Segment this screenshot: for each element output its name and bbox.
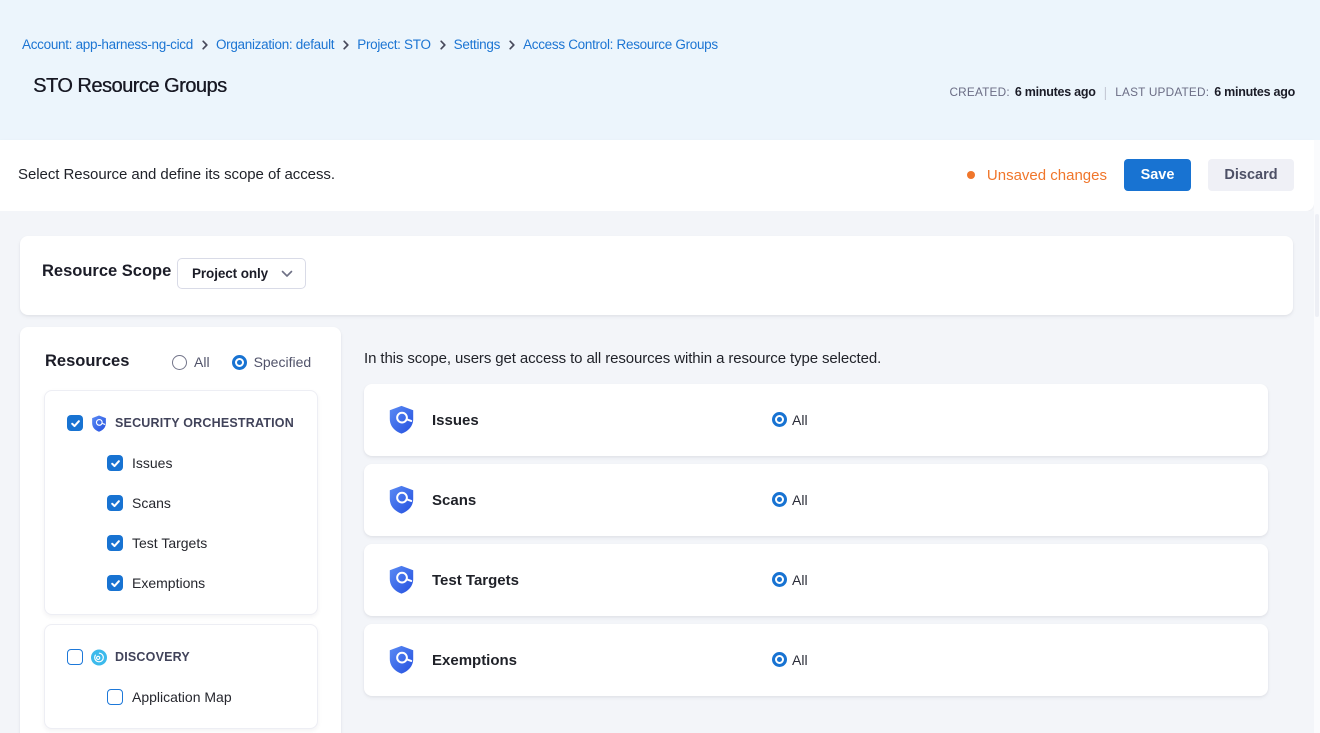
page-header — [0, 0, 1320, 140]
breadcrumb-item: Organization: default — [216, 37, 357, 52]
resource-scope-dropdown[interactable]: Project only — [177, 258, 306, 289]
sto-shield-icon — [388, 565, 415, 599]
chevron-right-icon — [440, 40, 446, 50]
radio-icon[interactable] — [172, 355, 187, 370]
breadcrumb-item: Settings — [454, 37, 523, 52]
resources-title: Resources — [45, 352, 129, 371]
breadcrumb: Account: app-harness-ng-cicd Organizatio… — [22, 37, 718, 52]
toolbar-description: Select Resource and define its scope of … — [18, 166, 335, 183]
header-meta: CREATED: 6 minutes ago | LAST UPDATED: 6… — [949, 84, 1295, 100]
sto-shield-icon — [388, 485, 415, 519]
last-updated-value: 6 minutes ago — [1214, 85, 1295, 99]
chevron-right-icon — [202, 40, 208, 50]
sto-shield-icon — [91, 415, 107, 432]
group-checkbox[interactable] — [67, 649, 83, 665]
access-all-label[interactable]: All — [792, 624, 808, 696]
access-all-label[interactable]: All — [792, 464, 808, 536]
chevron-right-icon — [509, 40, 515, 50]
unsaved-changes-label: Unsaved changes — [987, 167, 1107, 184]
resources-filter-radios: All Specified — [172, 354, 311, 370]
access-all-radio[interactable] — [772, 572, 787, 587]
toolbar-actions: Unsaved changes Save Discard — [967, 159, 1294, 191]
sto-shield-icon — [388, 405, 415, 439]
resource-type-row: Exemptions — [45, 563, 317, 603]
created-label: CREATED: — [949, 85, 1009, 99]
unsaved-changes-status: Unsaved changes — [967, 167, 1107, 184]
discovery-icon — [91, 649, 107, 666]
scrollbar-thumb[interactable] — [1315, 214, 1319, 317]
scope-caption: In this scope, users get access to all r… — [364, 350, 881, 367]
resource-type-checkbox[interactable] — [107, 689, 123, 705]
resource-scope-title: Resource Scope — [42, 262, 171, 281]
resource-type-row: Issues — [45, 443, 317, 483]
chevron-down-icon — [281, 270, 293, 278]
meta-divider: | — [1104, 84, 1108, 100]
access-all-radio[interactable] — [772, 492, 787, 507]
resource-type-row: Application Map — [45, 677, 317, 717]
resource-group-card: DISCOVERY Application Map — [44, 624, 318, 729]
resource-group-header: SECURITY ORCHESTRATION — [45, 403, 317, 443]
breadcrumb-item: Access Control: Resource Groups — [523, 37, 718, 52]
group-checkbox[interactable] — [67, 415, 83, 431]
resource-type-checkbox[interactable] — [107, 495, 123, 511]
resource-type-card: Exemptions All — [364, 624, 1268, 696]
chevron-right-icon — [343, 40, 349, 50]
breadcrumb-item: Project: STO — [357, 37, 453, 52]
resource-type-row: Test Targets — [45, 523, 317, 563]
access-all-radio[interactable] — [772, 412, 787, 427]
resource-type-row: Scans — [45, 483, 317, 523]
sto-shield-icon — [388, 645, 415, 679]
resource-type-checkbox[interactable] — [107, 455, 123, 471]
access-all-label[interactable]: All — [792, 384, 808, 456]
breadcrumb-item: Account: app-harness-ng-cicd — [22, 37, 216, 52]
page-title: STO Resource Groups — [33, 75, 227, 98]
resource-type-card: Issues All — [364, 384, 1268, 456]
access-all-radio[interactable] — [772, 652, 787, 667]
resource-type-card: Scans All — [364, 464, 1268, 536]
created-value: 6 minutes ago — [1015, 85, 1096, 99]
resource-group-card: SECURITY ORCHESTRATION Issues Scans Test… — [44, 390, 318, 615]
resource-type-checkbox[interactable] — [107, 575, 123, 591]
save-button[interactable]: Save — [1124, 159, 1191, 191]
resource-scope-dropdown-value: Project only — [192, 266, 281, 281]
access-all-label[interactable]: All — [792, 544, 808, 616]
discard-button[interactable]: Discard — [1208, 159, 1294, 191]
resource-type-checkbox[interactable] — [107, 535, 123, 551]
resource-group-header: DISCOVERY — [45, 637, 317, 677]
last-updated-label: LAST UPDATED: — [1115, 85, 1209, 99]
resources-filter-option[interactable]: Specified — [232, 354, 312, 370]
unsaved-dot-icon — [967, 171, 975, 179]
resource-type-card: Test Targets All — [364, 544, 1268, 616]
radio-icon[interactable] — [232, 355, 247, 370]
resources-filter-option[interactable]: All — [172, 354, 210, 370]
